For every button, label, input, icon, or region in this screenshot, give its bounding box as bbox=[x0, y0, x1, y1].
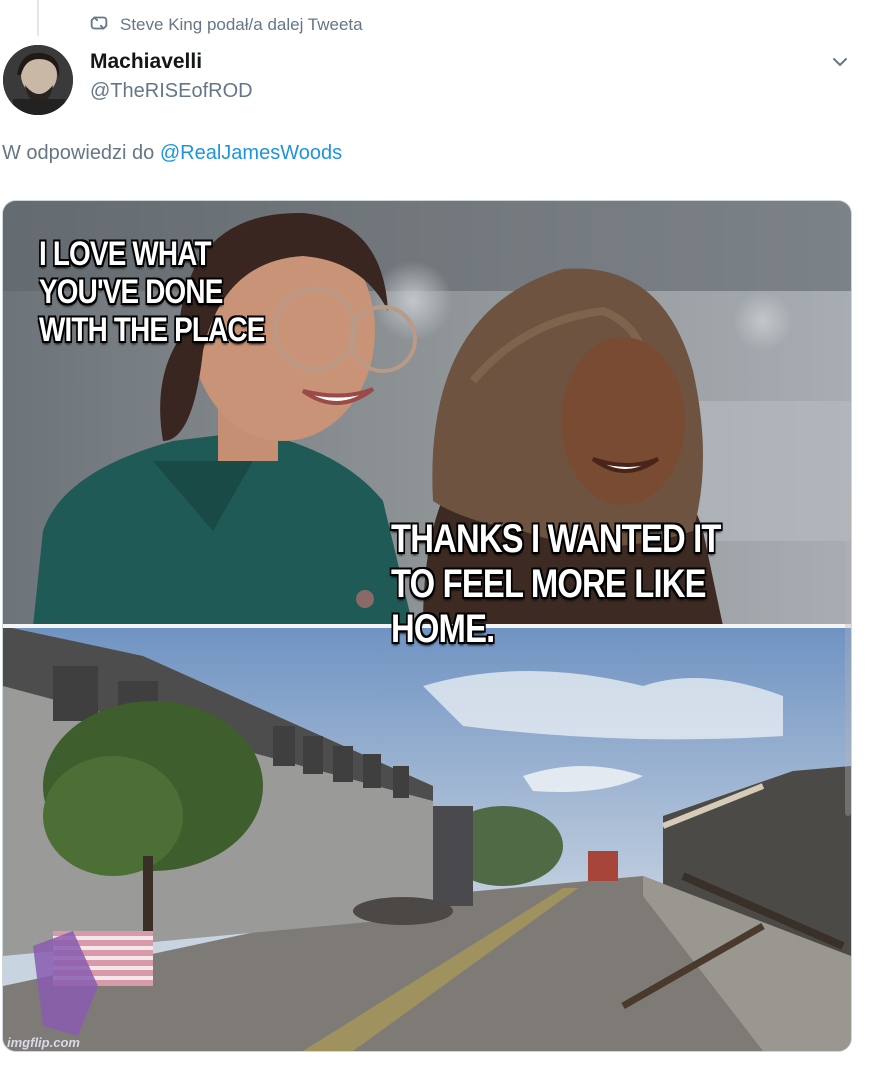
chevron-down-icon[interactable] bbox=[828, 50, 852, 74]
retweet-label: Steve King podał/a dalej Tweeta bbox=[120, 15, 363, 34]
meme-photo-bottom bbox=[3, 626, 851, 1051]
imgflip-watermark: imgflip.com bbox=[7, 1035, 80, 1050]
retweet-context: Steve King podał/a dalej Tweeta bbox=[88, 12, 363, 38]
reply-context: W odpowiedzi do @RealJamesWoods bbox=[2, 142, 342, 165]
meme-caption-bottom: THANKS I WANTED IT TO FEEL MORE LIKE HOM… bbox=[391, 517, 721, 651]
author-name[interactable]: Machiavelli bbox=[90, 50, 202, 74]
meme-caption-top: I LOVE WHAT YOU'VE DONE WITH THE PLACE bbox=[39, 235, 265, 350]
author-handle[interactable]: @TheRISEofROD bbox=[90, 80, 253, 103]
scrollbar[interactable] bbox=[845, 486, 851, 816]
thread-line bbox=[37, 0, 39, 36]
retweet-icon bbox=[88, 12, 110, 39]
tweet-media-image[interactable]: I LOVE WHAT YOU'VE DONE WITH THE PLACE T… bbox=[2, 200, 852, 1052]
avatar[interactable] bbox=[3, 45, 73, 115]
reply-prefix: W odpowiedzi do bbox=[2, 142, 160, 164]
mention-link[interactable]: @RealJamesWoods bbox=[160, 142, 342, 164]
